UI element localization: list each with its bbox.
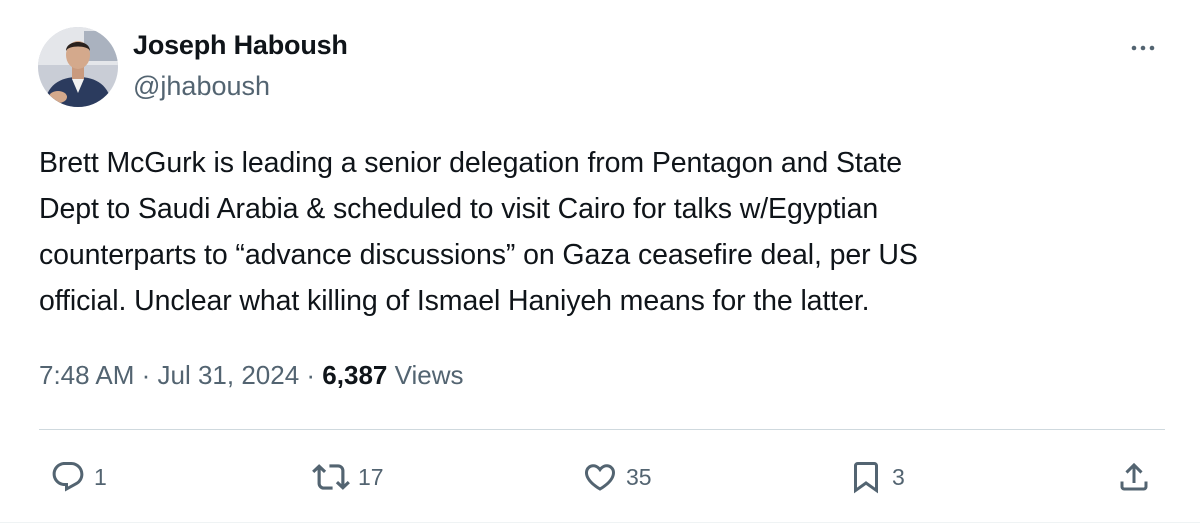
tweet-date: Jul 31, 2024 [157, 360, 300, 390]
repost-count: 17 [358, 463, 384, 490]
heart-icon [584, 464, 616, 491]
share-button[interactable] [1116, 452, 1152, 502]
divider [39, 429, 1165, 430]
author-name[interactable]: Joseph Haboush [133, 30, 348, 61]
tweet-meta: 7:48 AM · Jul 31, 2024 · 6,387 Views [39, 360, 464, 391]
reply-button[interactable]: 1 [50, 452, 107, 502]
like-button[interactable]: 35 [582, 452, 652, 502]
reply-count: 1 [94, 463, 107, 490]
bottom-divider [0, 522, 1200, 523]
tweet-timestamp-link[interactable]: 7:48 AM · Jul 31, 2024 [39, 360, 299, 390]
tweet-text: Brett McGurk is leading a senior delegat… [39, 140, 1159, 324]
reply-icon [52, 462, 84, 492]
avatar[interactable] [38, 27, 118, 107]
views-count: 6,387 [322, 360, 388, 390]
tweet-text-line: official. Unclear what killing of Ismael… [39, 285, 870, 317]
tweet-text-line: counterparts to “advance discussions” on… [39, 239, 918, 271]
more-horizontal-icon [1131, 45, 1155, 51]
tweet-text-line: Dept to Saudi Arabia & scheduled to visi… [39, 193, 879, 225]
like-count: 35 [626, 463, 652, 490]
views-link[interactable]: 6,387 Views [322, 360, 463, 390]
bookmark-icon [854, 462, 878, 494]
meta-separator: · [299, 360, 323, 390]
meta-separator: · [134, 360, 158, 390]
tweet-actions: 1 17 35 3 [0, 452, 1200, 502]
bookmark-button[interactable]: 3 [848, 452, 905, 502]
repost-icon [312, 464, 350, 490]
avatar-image [38, 27, 118, 107]
author-handle[interactable]: @jhaboush [133, 71, 270, 102]
repost-button[interactable]: 17 [312, 452, 384, 502]
more-options-button[interactable] [1122, 32, 1164, 64]
share-icon [1120, 462, 1148, 491]
bookmark-count: 3 [892, 463, 905, 490]
tweet-card: Joseph Haboush @jhaboush Brett McGurk is… [0, 0, 1200, 527]
tweet-time: 7:48 AM [39, 360, 135, 390]
tweet-text-line: Brett McGurk is leading a senior delegat… [39, 147, 903, 179]
views-label: Views [394, 360, 464, 390]
